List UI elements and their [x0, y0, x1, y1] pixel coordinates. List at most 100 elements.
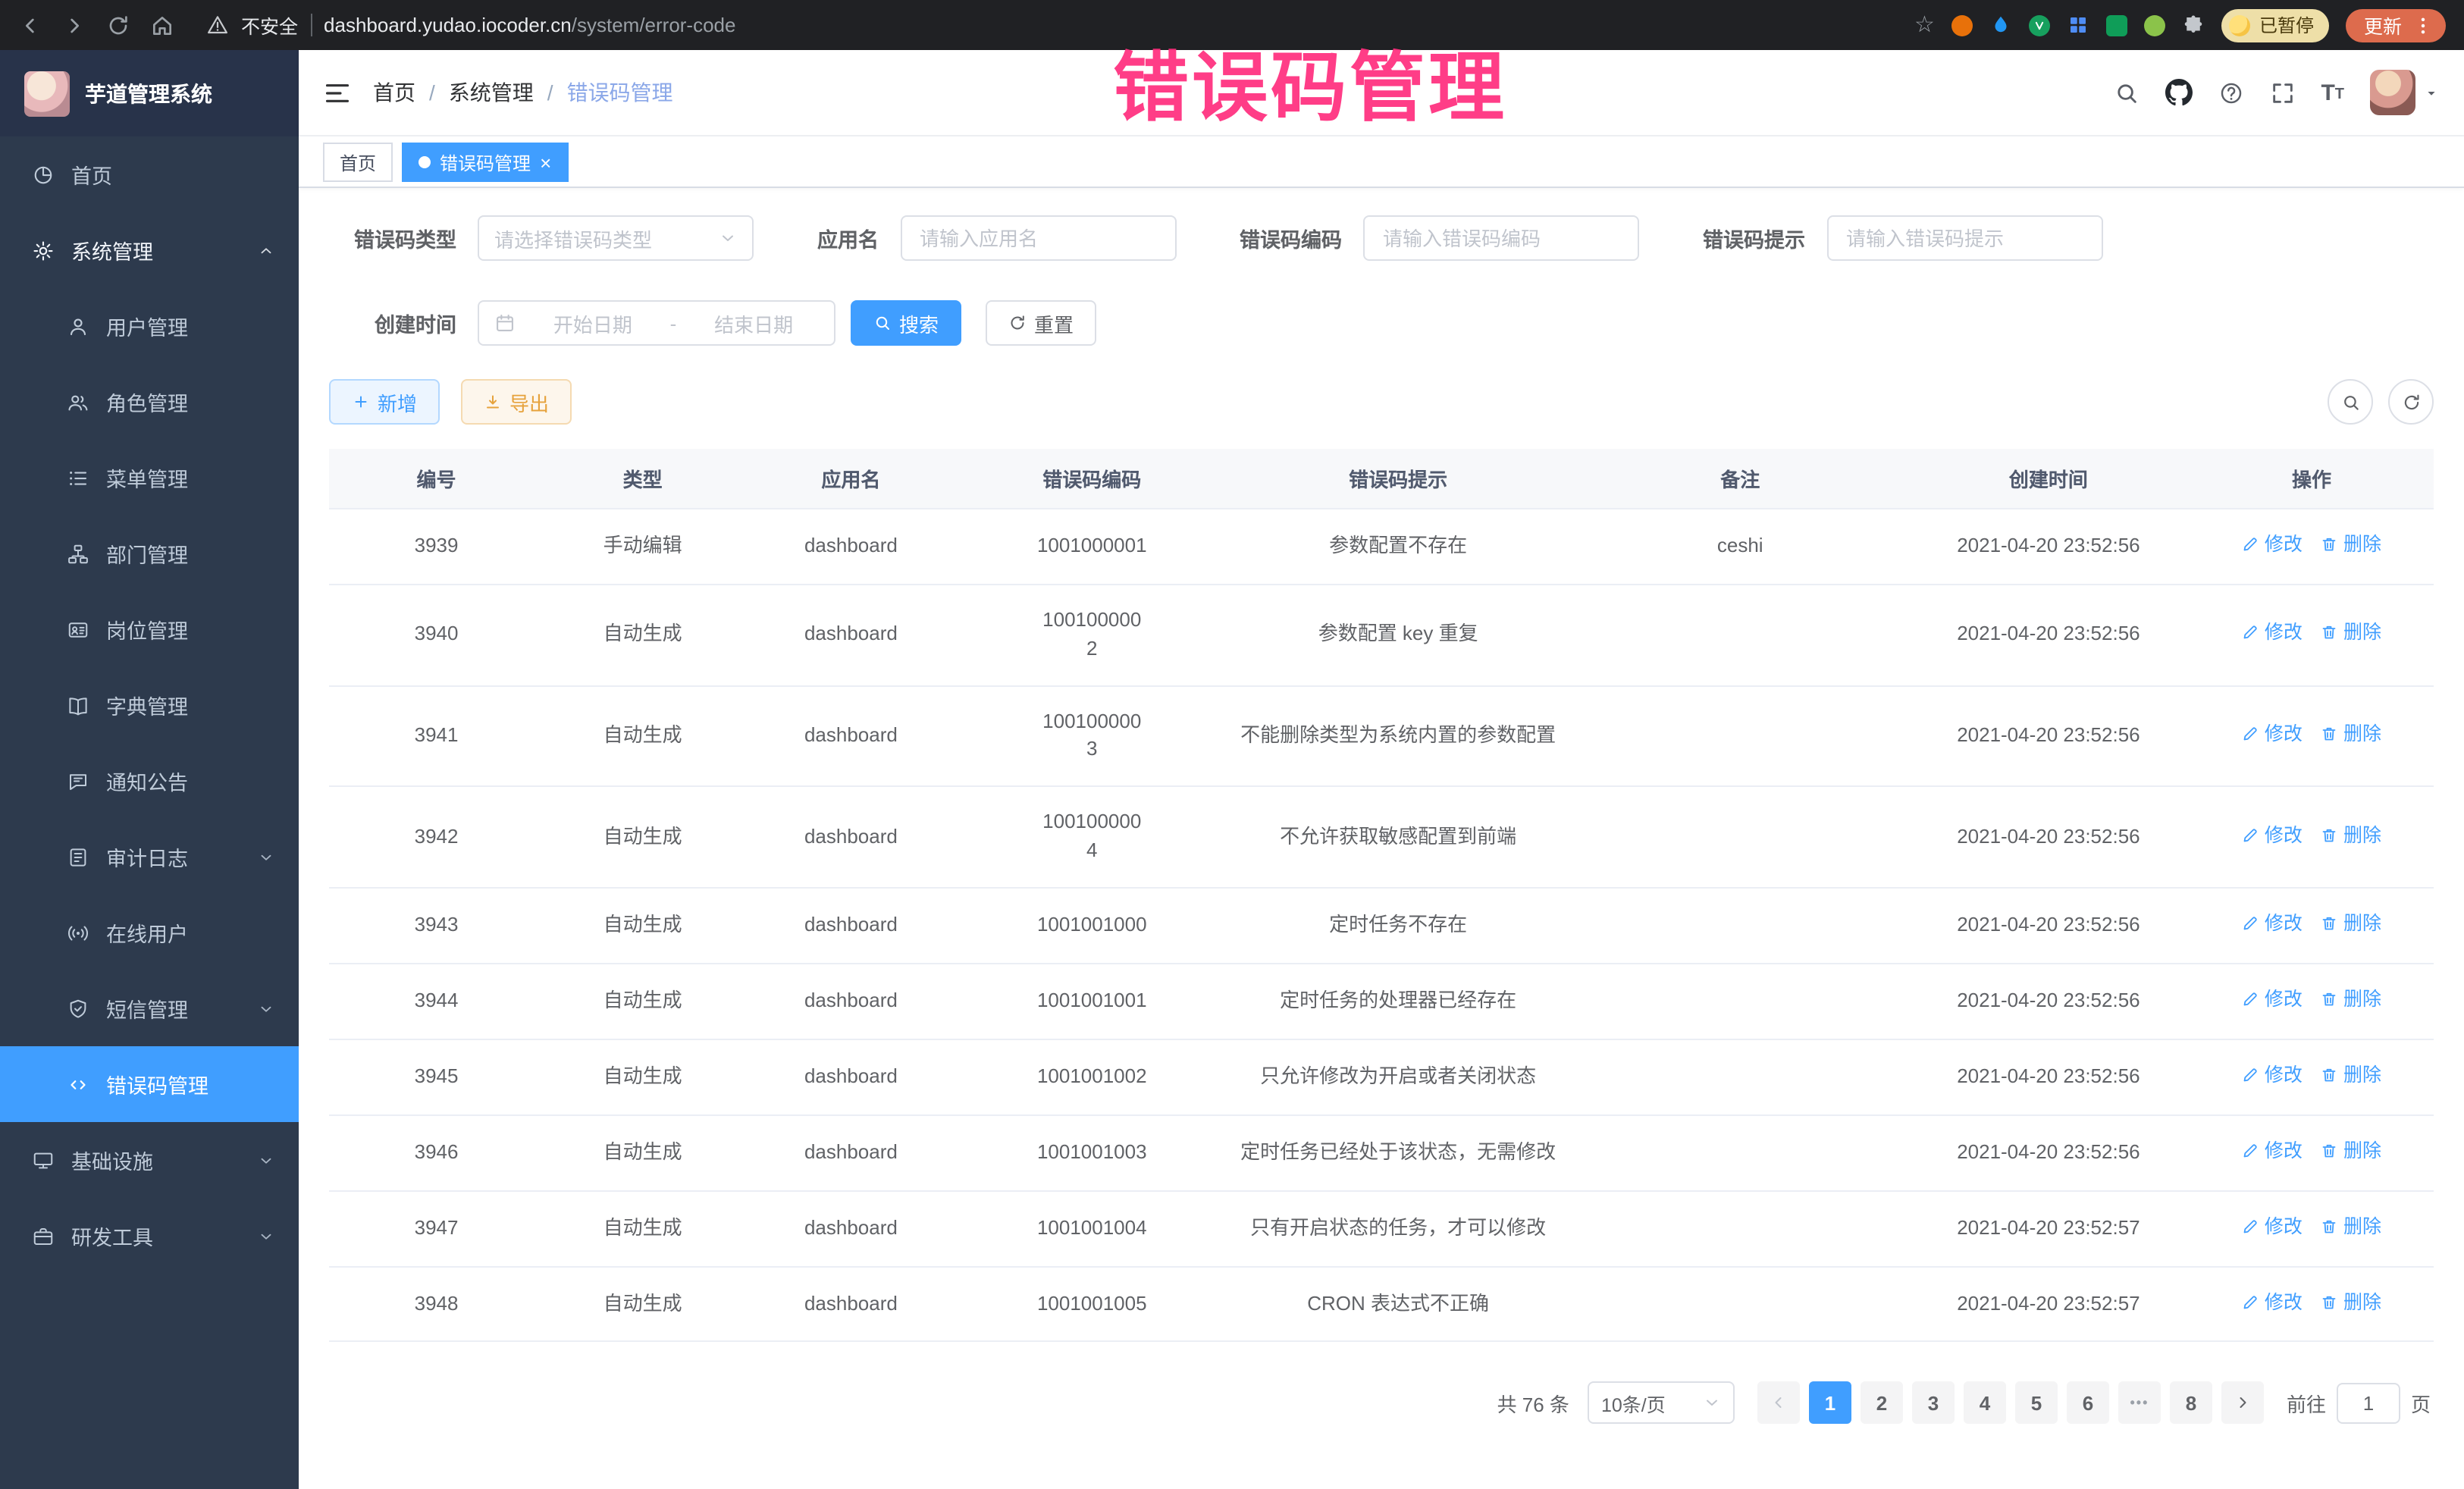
table-row: 3942 自动生成 dashboard 1001000004 不允许获取敏感配置…	[329, 787, 2434, 888]
delete-link[interactable]: 删除	[2321, 910, 2381, 937]
extension-leaf-icon[interactable]	[2144, 14, 2165, 36]
extensions-puzzle-icon[interactable]	[2182, 14, 2205, 36]
page-button-4[interactable]: 4	[1964, 1382, 2006, 1425]
add-button[interactable]: 新增	[329, 379, 440, 425]
toggle-search-button[interactable]	[2328, 379, 2373, 425]
edit-link[interactable]: 修改	[2242, 1061, 2303, 1089]
announcement-icon	[67, 770, 89, 792]
search-icon[interactable]	[2113, 80, 2139, 105]
profile-paused-badge[interactable]: 已暂停	[2221, 8, 2329, 42]
header-actions: TT	[2113, 70, 2440, 115]
forward-icon[interactable]	[62, 13, 86, 37]
browser-update-button[interactable]: 更新	[2346, 8, 2446, 42]
delete-link[interactable]: 删除	[2321, 1136, 2381, 1164]
error-code-input[interactable]	[1363, 215, 1639, 261]
extension-green-icon[interactable]	[2106, 14, 2127, 36]
sidebar-toggle-icon[interactable]	[323, 78, 352, 107]
delete-link[interactable]: 删除	[2321, 1212, 2381, 1240]
edit-link[interactable]: 修改	[2242, 1288, 2303, 1315]
code-icon	[67, 1073, 89, 1096]
edit-link[interactable]: 修改	[2242, 531, 2303, 558]
sidebar-item-system[interactable]: 系统管理	[0, 212, 299, 288]
export-button[interactable]: 导出	[461, 379, 572, 425]
search-icon	[2340, 392, 2360, 412]
bookmark-star-icon[interactable]: ☆	[1914, 14, 1935, 36]
date-range-picker[interactable]: 开始日期 - 结束日期	[478, 300, 835, 346]
chevron-down-icon	[1703, 1394, 1721, 1412]
sidebar-item-roles[interactable]: 角色管理	[0, 364, 299, 440]
tab-home[interactable]: 首页	[323, 143, 393, 182]
fullscreen-icon[interactable]	[2269, 80, 2295, 105]
sidebar-item-positions[interactable]: 岗位管理	[0, 591, 299, 667]
delete-link[interactable]: 删除	[2321, 821, 2381, 848]
page-button-3[interactable]: 3	[1912, 1382, 1955, 1425]
font-size-icon[interactable]: TT	[2321, 81, 2344, 104]
page-button-5[interactable]: 5	[2015, 1382, 2058, 1425]
extension-orange-icon[interactable]	[1951, 14, 1973, 36]
delete-link[interactable]: 删除	[2321, 720, 2381, 748]
error-type-select[interactable]: 请选择错误码类型	[478, 215, 754, 261]
col-remark: 备注	[1573, 449, 1908, 509]
delete-link[interactable]: 删除	[2321, 531, 2381, 558]
sidebar-item-sms[interactable]: 短信管理	[0, 970, 299, 1046]
address-bar[interactable]: 不安全 dashboard.yudao.iocoder.cn/system/er…	[206, 11, 736, 39]
refresh-button[interactable]	[2388, 379, 2434, 425]
sidebar-item-online-users[interactable]: 在线用户	[0, 895, 299, 970]
extension-droplet-icon[interactable]	[1989, 14, 2012, 36]
back-icon[interactable]	[18, 13, 42, 37]
delete-link[interactable]: 删除	[2321, 619, 2381, 647]
app-name-input[interactable]	[900, 215, 1176, 261]
delete-link[interactable]: 删除	[2321, 1288, 2381, 1315]
edit-link[interactable]: 修改	[2242, 720, 2303, 748]
breadcrumb: 首页 / 系统管理 / 错误码管理	[373, 77, 673, 108]
github-icon[interactable]	[2165, 79, 2192, 106]
error-hint-input[interactable]	[1826, 215, 2102, 261]
page-button-2[interactable]: 2	[1861, 1382, 1903, 1425]
security-label: 不安全	[241, 11, 298, 39]
reload-icon[interactable]	[106, 13, 130, 37]
delete-link[interactable]: 删除	[2321, 1061, 2381, 1089]
page-button-8[interactable]: 8	[2170, 1382, 2212, 1425]
extension-grid-icon[interactable]	[2067, 14, 2089, 36]
sidebar-item-error-codes[interactable]: 错误码管理	[0, 1046, 299, 1122]
sidebar-item-dev-tools[interactable]: 研发工具	[0, 1198, 299, 1274]
tab-error-codes[interactable]: 错误码管理	[402, 143, 568, 182]
sidebar-item-users[interactable]: 用户管理	[0, 288, 299, 364]
edit-icon	[2242, 990, 2260, 1008]
sidebar-item-infrastructure[interactable]: 基础设施	[0, 1122, 299, 1198]
page-size-select[interactable]: 10条/页	[1588, 1382, 1735, 1425]
sidebar-item-dictionary[interactable]: 字典管理	[0, 667, 299, 743]
breadcrumb-home[interactable]: 首页	[373, 77, 415, 108]
edit-link[interactable]: 修改	[2242, 1212, 2303, 1240]
browser-menu-icon[interactable]	[2412, 13, 2434, 37]
edit-icon	[2242, 725, 2260, 743]
app-logo[interactable]: 芋道管理系统	[0, 50, 299, 136]
breadcrumb-separator: /	[547, 80, 553, 105]
edit-link[interactable]: 修改	[2242, 1136, 2303, 1164]
home-icon[interactable]	[150, 13, 174, 37]
edit-link[interactable]: 修改	[2242, 821, 2303, 848]
sidebar-item-label: 岗位管理	[106, 614, 188, 644]
page-button-1[interactable]: 1	[1809, 1382, 1851, 1425]
edit-link[interactable]: 修改	[2242, 619, 2303, 647]
sidebar-item-announcements[interactable]: 通知公告	[0, 743, 299, 819]
edit-link[interactable]: 修改	[2242, 986, 2303, 1013]
help-icon[interactable]	[2218, 80, 2243, 105]
sidebar-item-departments[interactable]: 部门管理	[0, 516, 299, 591]
next-page-button[interactable]	[2221, 1382, 2264, 1425]
edit-link[interactable]: 修改	[2242, 910, 2303, 937]
search-button[interactable]: 搜索	[851, 300, 961, 346]
delete-link[interactable]: 删除	[2321, 986, 2381, 1013]
page-button-6[interactable]: 6	[2067, 1382, 2109, 1425]
user-menu[interactable]	[2370, 70, 2440, 115]
goto-page-input[interactable]	[2337, 1383, 2400, 1424]
sidebar-item-audit-log[interactable]: 审计日志	[0, 819, 299, 895]
page-ellipsis-button[interactable]: •••	[2118, 1382, 2161, 1425]
sidebar-item-home[interactable]: 首页	[0, 136, 299, 212]
close-icon[interactable]	[540, 152, 551, 172]
prev-page-button[interactable]	[1757, 1382, 1800, 1425]
users-icon	[67, 390, 89, 413]
sidebar-item-menus[interactable]: 菜单管理	[0, 440, 299, 516]
reset-button[interactable]: 重置	[986, 300, 1096, 346]
extension-v-badge-icon[interactable]	[2029, 14, 2050, 36]
